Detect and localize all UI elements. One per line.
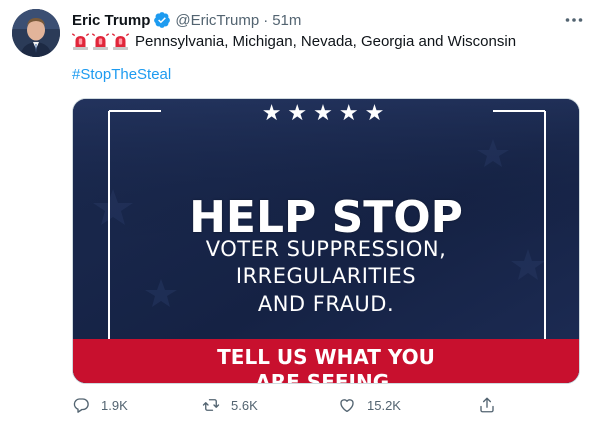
tweet-actions: 1.9K 5.6K 15.2K [72,394,512,416]
police-light-emoji-icon [92,32,109,50]
avatar[interactable] [12,9,60,57]
timestamp[interactable]: 51m [272,12,301,29]
retweet-count: 5.6K [231,397,258,413]
media-cta-line-1: TELL US WHAT YOU [217,345,435,369]
media-cta-line-2: ARE SEEING. [255,370,397,384]
reply-count: 1.9K [101,397,128,413]
media-subline-1: VOTER SUPPRESSION, [205,237,447,261]
stars-decoration: ★★★★★ [261,101,391,126]
tweet-body-text: Pennsylvania, Michigan, Nevada, Georgia … [135,32,517,50]
reply-button[interactable]: 1.9K [72,394,128,416]
more-options-icon[interactable] [563,9,585,31]
share-icon [480,397,494,413]
hashtag-link[interactable]: #StopTheSteal [72,66,171,83]
share-button[interactable] [478,394,507,416]
like-count: 15.2K [367,397,401,413]
reply-icon [73,398,89,413]
heart-icon [340,399,354,413]
media-subline-2: IRREGULARITIES [235,264,417,288]
tweet-header: Eric Trump @EricTrump · 51m [72,10,301,30]
tweet[interactable]: Eric Trump @EricTrump · 51m Pennsylvania… [0,0,595,424]
tweet-text: Pennsylvania, Michigan, Nevada, Georgia … [72,31,516,51]
separator-dot: · [263,11,269,29]
police-light-emoji-icon [72,32,89,50]
police-light-emoji-icon [112,32,129,50]
like-button[interactable]: 15.2K [338,394,401,416]
retweet-button[interactable]: 5.6K [202,394,258,416]
media-subline-3: AND FRAUD. [257,292,395,316]
retweet-icon [202,399,220,411]
author-handle[interactable]: @EricTrump [175,12,259,29]
tweet-media-image[interactable]: ★★★★★ HELP STOP VOTER SUPPRESSION, IRREG… [72,98,580,384]
media-headline: HELP STOP [189,192,463,243]
verified-badge-icon [154,12,171,28]
author-name[interactable]: Eric Trump [72,12,150,29]
